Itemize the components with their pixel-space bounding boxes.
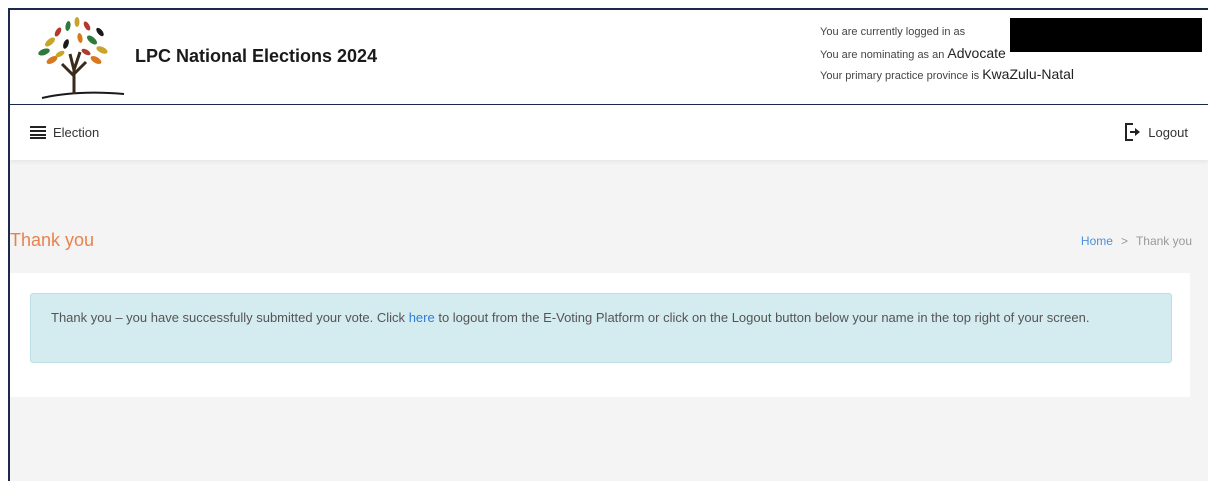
app-window: LPC National Elections 2024 You are curr… (8, 8, 1208, 481)
breadcrumb-separator: > (1120, 234, 1128, 248)
content-card: Thank you – you have successfully submit… (10, 273, 1190, 397)
breadcrumb-current: Thank you (1135, 234, 1192, 248)
logout-label: Logout (1148, 124, 1188, 140)
logged-in-prefix: You are currently logged in as (820, 26, 966, 38)
lpc-tree-logo (38, 17, 125, 99)
nominating-prefix: You are nominating as an (820, 49, 945, 61)
province-prefix: Your primary practice province is (820, 70, 980, 82)
alert-text-after: to logout from the E-Voting Platform or … (438, 310, 1090, 325)
nominating-role: Advocate (947, 45, 1006, 61)
province-line: Your primary practice province is KwaZul… (820, 64, 1200, 85)
menu-bar: Election Logout (10, 105, 1208, 160)
redacted-username (1010, 18, 1202, 52)
logout-here-link[interactable]: here (409, 310, 435, 325)
alert-text-before: Thank you – you have successfully submit… (51, 310, 406, 325)
breadcrumb: Home > Thank you (1081, 234, 1192, 248)
page-title: Thank you (10, 230, 95, 250)
breadcrumb-home-link[interactable]: Home (1081, 234, 1113, 248)
success-alert: Thank you – you have successfully submit… (30, 293, 1172, 363)
logout-icon (1125, 123, 1141, 141)
site-header: LPC National Elections 2024 You are curr… (10, 10, 1208, 105)
election-menu-toggle[interactable]: Election (30, 121, 99, 143)
hamburger-icon (30, 125, 46, 139)
site-title: LPC National Elections 2024 (135, 46, 378, 66)
election-menu-label: Election (53, 124, 100, 140)
logout-button[interactable]: Logout (1124, 121, 1188, 143)
province-value: KwaZulu-Natal (982, 66, 1075, 82)
